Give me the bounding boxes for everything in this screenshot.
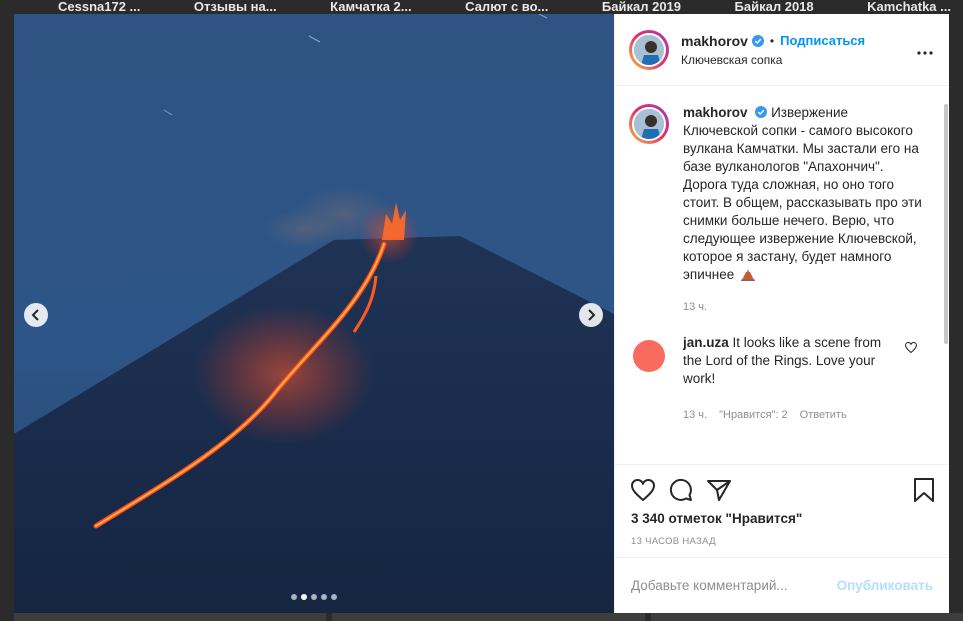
highlight-label[interactable]: Байкал 2018 <box>735 0 814 14</box>
carousel-indicator <box>291 594 337 600</box>
post-location[interactable]: Ключевская сопка <box>681 53 865 67</box>
avatar[interactable] <box>629 104 669 144</box>
publish-button[interactable]: Опубликовать <box>837 578 933 593</box>
highlight-label[interactable]: Байкал 2019 <box>602 0 681 14</box>
carousel-next-button[interactable] <box>579 303 603 327</box>
grid-thumbnail <box>332 613 645 621</box>
chevron-left-icon <box>31 309 39 321</box>
more-options-button[interactable] <box>917 42 933 60</box>
separator-dot: • <box>769 33 775 48</box>
share-icon <box>707 480 731 501</box>
user-photo-icon <box>634 34 664 65</box>
chevron-right-icon <box>588 309 596 321</box>
post-actions: 3 340 отметок "Нравится" 13 часов назад <box>615 464 949 547</box>
grid-peek <box>0 613 963 621</box>
heart-icon <box>904 341 918 354</box>
scrollbar-thumb[interactable] <box>944 104 948 344</box>
avatar[interactable] <box>629 29 669 70</box>
comment-input[interactable] <box>631 578 837 593</box>
carousel-prev-button[interactable] <box>24 303 48 327</box>
comment-username[interactable]: jan.uza <box>683 335 729 350</box>
user-photo-icon <box>634 109 664 139</box>
like-button[interactable] <box>631 479 655 501</box>
likes-count[interactable]: 3 340 отметок "Нравится" <box>631 511 935 526</box>
comment-time[interactable]: 13 ч. <box>683 406 707 424</box>
highlight-label[interactable]: Салют с во... <box>465 0 548 14</box>
carousel-dot <box>291 594 297 600</box>
carousel-dot <box>331 594 337 600</box>
caption-username[interactable]: makhorov <box>683 105 748 120</box>
post-side-panel: makhorov • Подписаться Ключевская сопка <box>614 14 949 613</box>
share-button[interactable] <box>707 479 731 501</box>
more-options-icon <box>917 51 933 55</box>
comment-button[interactable] <box>669 478 693 502</box>
caption-time[interactable]: 13 ч. <box>683 298 923 316</box>
reply-button[interactable]: Ответить <box>800 406 847 424</box>
comment-likes[interactable]: "Нравится": 2 <box>719 406 788 424</box>
grid-thumbnail <box>14 613 327 621</box>
story-highlights: Cessna172 ... Отзывы на... Камчатка 2...… <box>0 0 963 14</box>
post-modal: makhorov • Подписаться Ключевская сопка <box>14 14 949 613</box>
volcano-icon <box>741 268 756 286</box>
post-author-username[interactable]: makhorov <box>681 33 748 49</box>
carousel-dot <box>321 594 327 600</box>
comment-item: jan.uza It looks like a scene from the L… <box>615 316 949 424</box>
verified-badge-icon <box>751 34 764 47</box>
commenter-avatar[interactable] <box>633 340 665 372</box>
heart-icon <box>631 479 655 501</box>
highlight-label[interactable]: Отзывы на... <box>194 0 277 14</box>
grid-thumbnail <box>650 613 963 621</box>
highlight-label[interactable]: Cessna172 ... <box>58 0 140 14</box>
post-timestamp[interactable]: 13 часов назад <box>631 536 935 547</box>
save-button[interactable] <box>913 478 935 502</box>
comment-icon <box>669 478 692 501</box>
highlight-label[interactable]: Камчатка 2... <box>330 0 412 14</box>
volcano-photo <box>14 14 614 613</box>
comment-like-button[interactable] <box>904 340 918 358</box>
post-photo[interactable] <box>14 14 614 613</box>
follow-button[interactable]: Подписаться <box>780 33 865 48</box>
carousel-dot <box>311 594 317 600</box>
comments-section[interactable]: makhorov Извержение Ключевской сопки - с… <box>615 86 949 464</box>
post-caption: makhorov Извержение Ключевской сопки - с… <box>615 86 949 316</box>
caption-text: Извержение Ключевской сопки - самого выс… <box>683 105 922 282</box>
post-header: makhorov • Подписаться Ключевская сопка <box>615 14 949 86</box>
verified-badge-icon <box>755 106 768 118</box>
bookmark-icon <box>914 478 934 502</box>
add-comment-form: Опубликовать <box>615 557 949 613</box>
highlight-label[interactable]: Kamchatka ... <box>867 0 951 14</box>
carousel-dot-active <box>301 594 307 600</box>
